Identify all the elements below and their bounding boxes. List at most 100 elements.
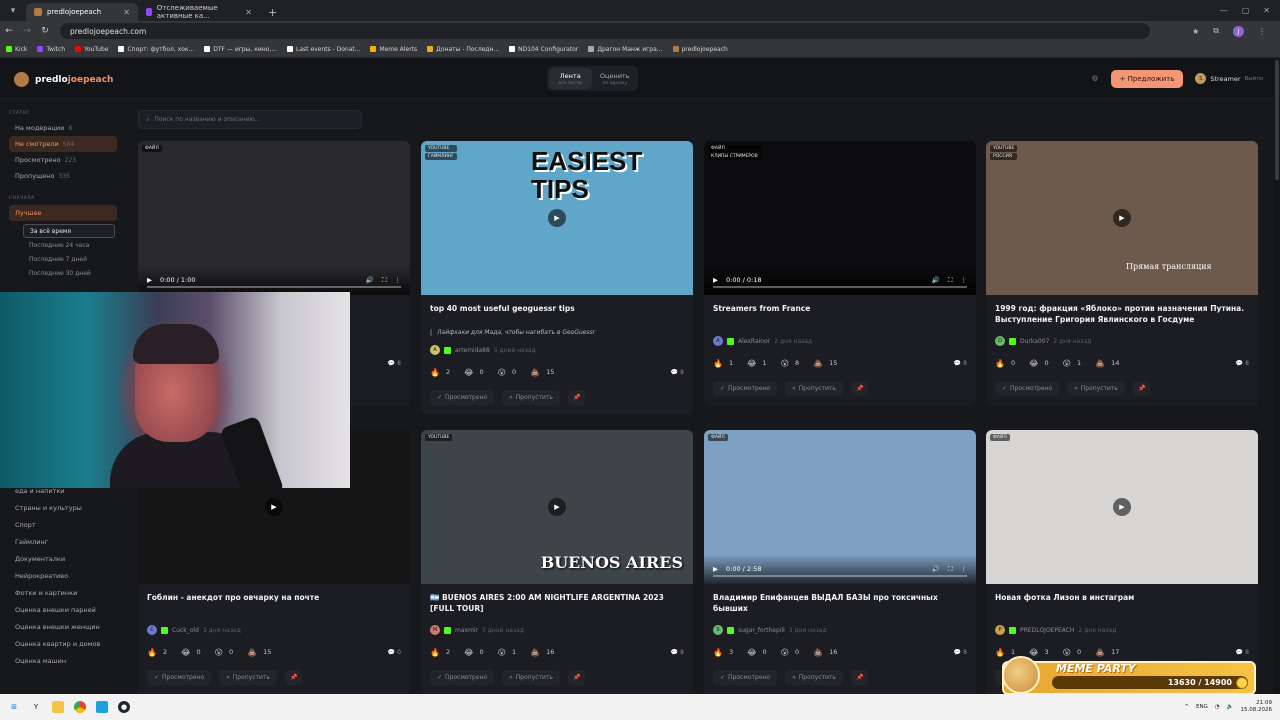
star-icon[interactable]: ★ [1192,27,1199,36]
play-icon[interactable]: ▶ [265,498,283,516]
post-author[interactable]: sugar_forthepill [738,627,785,634]
post-card[interactable]: BUENOS AIRES youtube ▶ 🇦🇷 BUENOS AIRES 2:00… [421,430,693,695]
post-title[interactable]: Новая фотка Лизон в инстаграм [995,592,1249,616]
comments-count[interactable]: 💬 8 [388,360,401,367]
comments-count[interactable]: 💬 8 [1236,360,1249,367]
post-thumbnail[interactable]: BUENOS AIRES youtube ▶ [421,430,693,584]
reaction-button[interactable]: 😮 0 [781,648,799,657]
maximize-icon[interactable]: ▢ [1242,6,1250,15]
volume-icon[interactable]: 🔊 [932,276,940,284]
tab-0[interactable]: predlojoepeach ✕ [26,3,138,21]
reaction-button[interactable]: 🔥 3 [713,648,733,657]
more-icon[interactable]: ⋮ [961,565,968,573]
video-progress-bar[interactable] [713,286,967,288]
sidebar-status-item[interactable]: На модерации 8 [9,120,117,136]
new-tab-button[interactable]: + [260,3,285,21]
bookmark-item[interactable]: Meme Alerts [370,46,417,53]
sidebar-category-item[interactable]: Нейрокреативо [9,567,100,584]
fullscreen-icon[interactable]: ⛶ [382,276,387,285]
logout-link[interactable]: Выйти [1245,76,1263,82]
close-window-icon[interactable]: ✕ [1263,6,1270,15]
sidebar-category-item[interactable]: Оценка машин [9,652,100,669]
back-icon[interactable]: ← [0,26,18,36]
comments-count[interactable]: 💬 8 [954,649,967,656]
bookmark-item[interactable]: Драгон Манж игра... [588,46,663,53]
bookmark-item[interactable]: predlojoepeach [672,46,728,53]
post-author[interactable]: Cuck_old [172,627,199,634]
reaction-button[interactable]: 😮 0 [498,368,516,377]
post-thumbnail[interactable]: файл ▶ 0:00 / 1:00 🔊 ⛶ ⋮ [138,141,410,295]
post-thumbnail[interactable]: файл ▶ [986,430,1258,584]
volume-icon[interactable]: 🔊 [932,565,940,573]
post-author[interactable]: PREDLOJOEPEACH [1020,627,1074,634]
post-title[interactable]: 🇦🇷 BUENOS AIRES 2:00 AM NIGHTLIFE ARGENT… [430,592,684,616]
post-thumbnail[interactable]: файл ▶ 0:00 / 2:58 🔊 ⛶ ⋮ [704,430,976,584]
bookmark-item[interactable]: Last events - Donat... [286,46,360,53]
extensions-icon[interactable]: ⧉ [1213,26,1219,36]
sidebar-category-item[interactable]: Оценка квартир и домов [9,635,100,652]
play-icon[interactable]: ▶ [1113,498,1131,516]
post-card[interactable]: файл ▶ Новая фотка Лизон в инстаграм P PREDL… [986,430,1258,695]
post-thumbnail[interactable]: EASIEST TIPS youtube гаймлинг ▶ [421,141,693,295]
mark-watched-button[interactable]: ✓Просмотрено [713,381,778,396]
reaction-button[interactable]: 😮 8 [781,359,799,368]
sidebar-sort-item[interactable]: Лучшее [9,205,117,221]
clock[interactable]: 21:09 15.08.2026 [1241,700,1273,714]
reaction-button[interactable]: 🔥 2 [147,648,167,657]
user-menu[interactable]: S Streamer Выйти [1195,73,1263,84]
reaction-button[interactable]: 😂 3 [1029,648,1049,657]
sidebar-status-item[interactable]: Просмотрено 223 [9,152,117,168]
sidebar-status-item[interactable]: Не смотрели 584 [9,136,117,152]
play-icon[interactable]: ▶ [147,276,152,284]
skip-button[interactable]: »Пропустить [785,381,843,396]
skip-button[interactable]: »Пропустить [785,670,843,685]
sidebar-category-item[interactable]: Документалки [9,550,100,567]
forward-icon[interactable]: → [18,26,36,36]
play-icon[interactable]: ▶ [713,565,718,573]
comments-count[interactable]: 💬 8 [671,369,684,376]
post-title[interactable]: Streamers from France [713,303,967,327]
fullscreen-icon[interactable]: ⛶ [948,565,953,574]
menu-icon[interactable]: ⋮ [1258,27,1266,36]
play-icon[interactable]: ▶ [548,209,566,227]
reaction-button[interactable]: 😂 0 [1029,359,1049,368]
pin-icon[interactable]: 📌 [567,670,586,685]
play-icon[interactable]: ▶ [548,498,566,516]
url-field[interactable]: predlojoepeach.com [60,23,1150,39]
reaction-button[interactable]: 🔥 2 [430,368,450,377]
sidebar-period-item[interactable]: Последние 30 дней [23,266,115,280]
steam-icon[interactable]: ● [118,701,130,713]
mark-watched-button[interactable]: ✓Просмотрено [713,670,778,685]
reaction-button[interactable]: 😮 0 [1063,648,1081,657]
sidebar-category-item[interactable]: Страны и культуры [9,499,100,516]
skip-button[interactable]: »Пропустить [502,670,560,685]
settings-icon[interactable]: ⚙ [1091,74,1098,83]
app-icon[interactable] [96,701,108,713]
mark-watched-button[interactable]: ✓Просмотрено [430,390,495,405]
comments-count[interactable]: 💬 8 [954,360,967,367]
pin-icon[interactable]: 📌 [850,381,869,396]
pin-icon[interactable]: 📌 [567,390,586,405]
bookmark-item[interactable]: Kick [6,46,27,53]
more-icon[interactable]: ⋮ [961,276,968,284]
post-thumbnail[interactable]: Прямая трансляция youtube россия ▶ [986,141,1258,295]
post-thumbnail[interactable]: файл клипы стримеров ▶ 0:00 / 0:18 🔊 ⛶ ⋮ [704,141,976,295]
tab-rate[interactable]: Оценить по одному [594,68,637,89]
sidebar-category-item[interactable]: Фотки и картинки [9,584,100,601]
post-card[interactable]: Прямая трансляция youtube россия ▶ 1999 год:… [986,141,1258,406]
close-icon[interactable]: ✕ [123,8,130,17]
reaction-button[interactable]: 💩 16 [530,648,554,657]
reaction-button[interactable]: 💩 15 [247,648,271,657]
fullscreen-icon[interactable]: ⛶ [948,276,953,285]
post-card[interactable]: файл ▶ 0:00 / 2:58 🔊 ⛶ ⋮ Владимир Епифанцев ВЫ… [704,430,976,695]
mark-watched-button[interactable]: ✓Просмотрено [430,670,495,685]
sidebar-period-item[interactable]: Последние 24 часа [23,238,115,252]
bookmark-item[interactable]: ND104 Configurator [509,46,578,53]
tab-feed[interactable]: Лента все посты [549,68,592,89]
comments-count[interactable]: 💬 8 [671,649,684,656]
bookmark-item[interactable]: DTF — игры, кино,... [204,46,277,53]
pin-icon[interactable]: 📌 [1132,381,1151,396]
reaction-button[interactable]: 🔥 1 [713,359,733,368]
sidebar-period-item[interactable]: Последние 7 дней [23,252,115,266]
site-logo[interactable]: predlojoepeach [14,72,113,87]
